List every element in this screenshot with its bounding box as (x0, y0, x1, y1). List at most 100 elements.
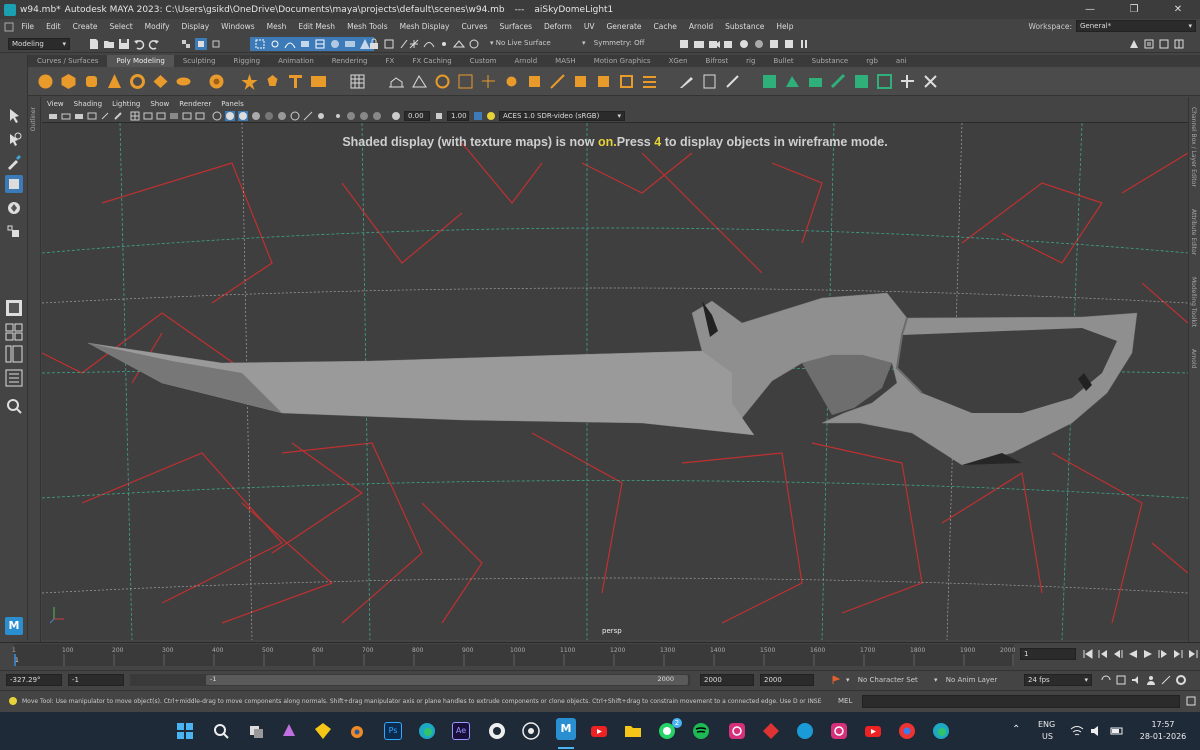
shelf-tab-rigging[interactable]: Rigging (225, 55, 270, 67)
snap-view-plane-icon[interactable] (452, 38, 465, 50)
search-icon[interactable] (212, 722, 230, 740)
select-camera-icon[interactable] (48, 111, 58, 121)
workspace-dropdown[interactable]: General* ▾ (1076, 20, 1196, 32)
mirror-icon[interactable] (572, 73, 589, 90)
snap-curve-icon[interactable] (423, 38, 435, 50)
menuset-dropdown[interactable]: Modeling ▾ (8, 38, 70, 50)
paint-select-tool-icon[interactable] (5, 153, 23, 171)
restore-button[interactable]: ❐ (1112, 0, 1156, 19)
menu-file[interactable]: File (16, 22, 41, 31)
poly-sphere-icon[interactable] (37, 73, 54, 90)
uv-cut-icon[interactable] (830, 73, 847, 90)
character-set-dropdown[interactable]: ▾ No Character Set (846, 676, 918, 684)
edge-icon[interactable] (418, 722, 436, 740)
script-editor-icon[interactable] (1186, 696, 1196, 706)
panel-menu-lighting[interactable]: Lighting (107, 100, 145, 108)
range-slider[interactable]: -1 2000 (130, 674, 690, 686)
shadows-icon[interactable] (264, 111, 274, 121)
instagram-icon[interactable] (728, 722, 746, 740)
xray-components-icon[interactable] (372, 111, 382, 121)
use-all-lights-icon[interactable] (251, 111, 261, 121)
menu-display[interactable]: Display (176, 22, 216, 31)
gamma-field[interactable]: 1.00 (447, 111, 469, 121)
redo-icon[interactable] (148, 38, 160, 50)
poly-cylinder-icon[interactable] (83, 73, 100, 90)
fill-hole-icon[interactable] (480, 73, 497, 90)
poly-type-icon[interactable] (287, 73, 304, 90)
panel-menu-view[interactable]: View (42, 100, 69, 108)
file-explorer-icon[interactable] (624, 722, 642, 740)
menu-arnold[interactable]: Arnold (683, 22, 719, 31)
chrome-icon[interactable] (898, 722, 916, 740)
tab-modelling-toolkit[interactable]: Modelling Toolkit (1190, 277, 1197, 327)
render-frame-icon[interactable] (708, 38, 720, 50)
isolate-select-icon[interactable] (333, 111, 343, 121)
menu-uv[interactable]: UV (578, 22, 601, 31)
xray-joints-icon[interactable] (359, 111, 369, 121)
select-handles-icon[interactable] (254, 38, 266, 50)
single-layout-icon[interactable] (5, 299, 23, 317)
coordinate-field[interactable]: -327.29° (6, 674, 62, 686)
app-red-icon[interactable] (762, 722, 780, 740)
youtube-2-icon[interactable] (864, 722, 882, 740)
clock-time[interactable]: 17:57 (1138, 720, 1188, 729)
hierarchy-mode-icon[interactable] (180, 38, 192, 50)
shelf-tab-fx[interactable]: FX (377, 55, 404, 67)
range-slider-handle[interactable]: -1 2000 (206, 675, 688, 685)
shelf-tab-rig[interactable]: rig (737, 55, 764, 67)
symmetry-dropdown[interactable]: ▾ Symmetry: Off (582, 39, 644, 47)
render-view-icon[interactable] (693, 38, 705, 50)
shelf-tab-poly-modeling[interactable]: Poly Modeling (107, 55, 174, 67)
blender-icon[interactable] (348, 722, 366, 740)
app-teal-icon[interactable] (796, 722, 814, 740)
color-management-icon[interactable] (486, 111, 496, 121)
end-time-field[interactable]: 2000 (760, 674, 814, 686)
command-line-input[interactable] (862, 695, 1180, 708)
shelf-tab-xgen[interactable]: XGen (660, 55, 697, 67)
gate-mask-icon[interactable] (169, 111, 179, 121)
menu-mesh-display[interactable]: Mesh Display (394, 22, 456, 31)
outliner-tab[interactable]: Outliner (28, 97, 41, 642)
panel-menu-panels[interactable]: Panels (216, 100, 249, 108)
select-surfaces-icon[interactable] (299, 38, 311, 50)
github-icon[interactable] (488, 722, 506, 740)
select-rendering-icon[interactable] (344, 38, 356, 50)
menu-mesh-tools[interactable]: Mesh Tools (341, 22, 394, 31)
go-to-end-icon[interactable] (1187, 648, 1199, 660)
anim-layer-dropdown[interactable]: ▾ No Anim Layer (934, 676, 997, 684)
move-tool-button[interactable] (5, 175, 23, 193)
knife-mesh[interactable] (87, 292, 1138, 466)
loop-icon[interactable] (1100, 674, 1112, 686)
xray-icon[interactable] (346, 111, 356, 121)
uv-unfold-icon[interactable] (784, 73, 801, 90)
obs-icon[interactable] (522, 722, 540, 740)
object-mode-icon[interactable] (194, 38, 207, 50)
tab-channel-box[interactable]: Channel Box / Layer Editor (1190, 107, 1197, 187)
view-transform-icon[interactable] (473, 111, 483, 121)
tool-settings-icon[interactable] (1158, 38, 1170, 50)
close-button[interactable]: ✕ (1156, 0, 1200, 19)
save-scene-icon[interactable] (118, 38, 130, 50)
undo-icon[interactable] (133, 38, 145, 50)
select-by-name-icon[interactable] (383, 38, 395, 50)
smooth-icon[interactable] (595, 73, 612, 90)
menu-windows[interactable]: Windows (215, 22, 260, 31)
four-view-layout-icon[interactable] (5, 323, 23, 341)
sculpt-brush-icon[interactable] (678, 73, 695, 90)
volume-icon[interactable] (1090, 722, 1104, 740)
shelf-tab-sculpting[interactable]: Sculpting (174, 55, 225, 67)
menu-deform[interactable]: Deform (538, 22, 578, 31)
multi-cut-icon[interactable] (503, 73, 520, 90)
after-effects-icon[interactable]: Ae (452, 722, 470, 740)
live-surface-dropdown[interactable]: ▾ No Live Surface (490, 39, 551, 47)
uv-layout-icon[interactable] (807, 73, 824, 90)
modeling-toolkit-icon[interactable] (1128, 38, 1140, 50)
menu-cache[interactable]: Cache (648, 22, 683, 31)
target-weld-icon[interactable] (526, 73, 543, 90)
shelf-tab-arnold[interactable]: Arnold (506, 55, 547, 67)
search-icon[interactable] (5, 397, 23, 415)
poly-gear-icon[interactable] (264, 73, 281, 90)
minimize-button[interactable]: — (1068, 0, 1112, 19)
quad-draw-icon[interactable] (641, 73, 658, 90)
select-joints-icon[interactable] (269, 38, 281, 50)
